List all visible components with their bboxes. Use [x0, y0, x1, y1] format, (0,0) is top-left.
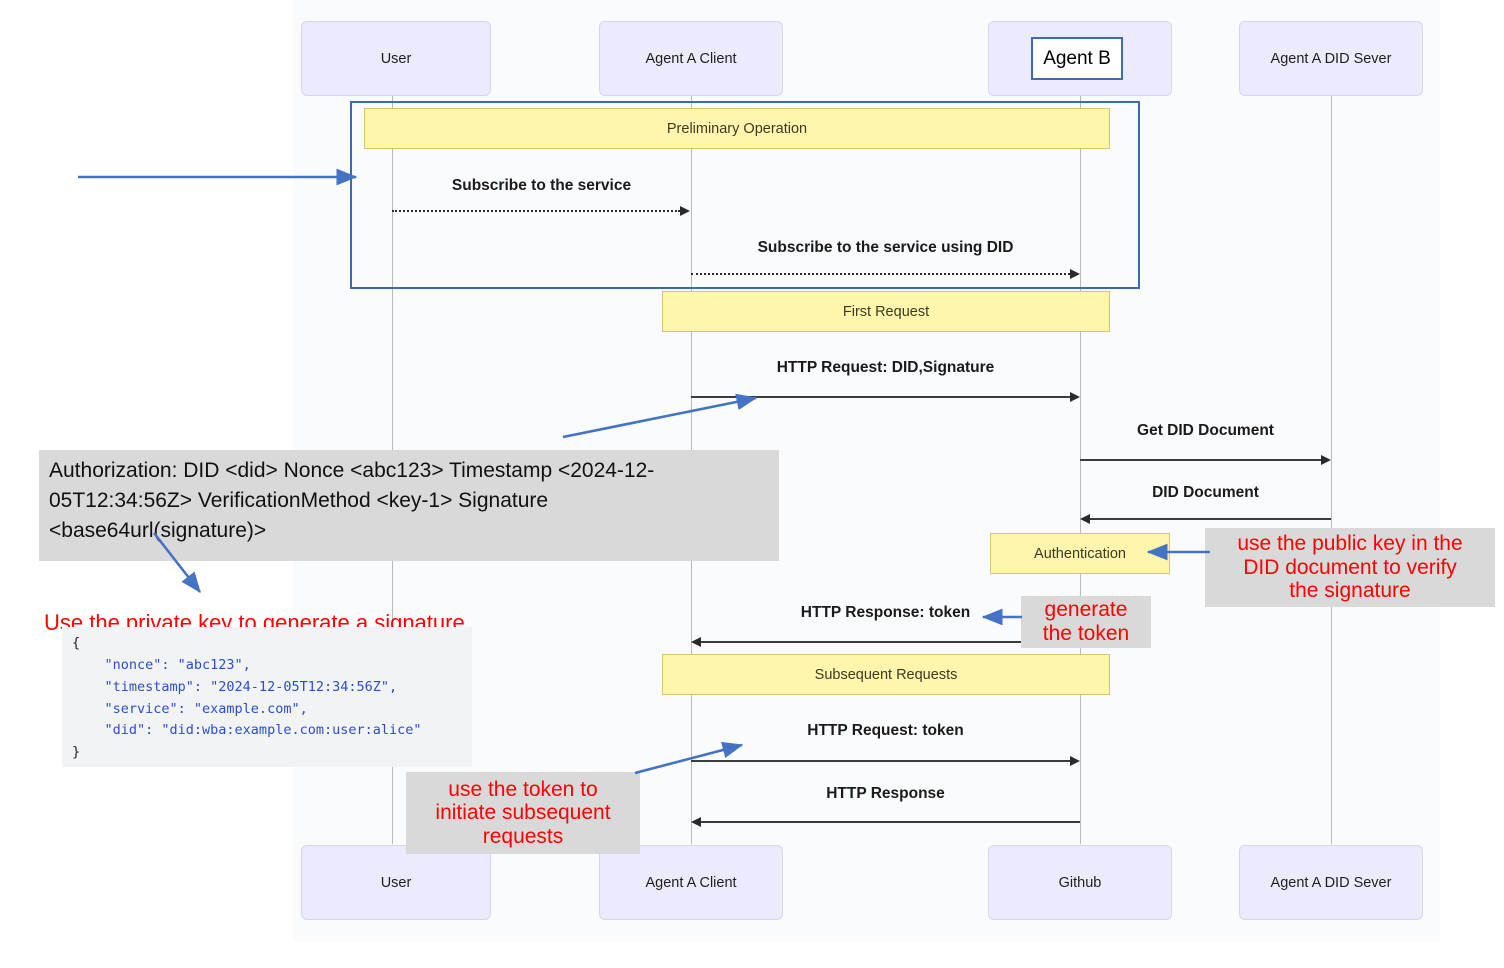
- participant-bottom-agent-a-client[interactable]: Agent A Client: [599, 845, 783, 920]
- message-line-get-did-document: [1080, 459, 1321, 461]
- message-label-did-document: DID Document: [1152, 484, 1259, 501]
- message-label-http-response: HTTP Response: [826, 785, 945, 802]
- annotation-public-key-note: use the public key in the DID document t…: [1205, 528, 1495, 607]
- section-subsequent-requests: Subsequent Requests: [662, 654, 1110, 695]
- message-label-get-did-document: Get DID Document: [1137, 422, 1274, 439]
- agent-b-highlight-badge: Agent B: [1031, 37, 1123, 80]
- participant-bottom-agent-a-did-sever[interactable]: Agent A DID Sever: [1239, 845, 1423, 920]
- annotation-subsequent-requests-note: use the token to initiate subsequent req…: [406, 772, 640, 854]
- message-arrowhead-http-request-did-signature: [1070, 392, 1080, 402]
- section-label: Preliminary Operation: [666, 120, 808, 137]
- code-line-4: "did": "did:wba:example.com:user:alice": [72, 722, 422, 739]
- message-label-subscribe-to-the-service: Subscribe to the service: [451, 177, 632, 194]
- participant-label: User: [380, 50, 412, 67]
- message-arrowhead-did-document: [1080, 514, 1090, 524]
- message-line-http-response: [701, 821, 1080, 823]
- participant-top-agent-a-client[interactable]: Agent A Client: [599, 21, 783, 96]
- participant-bottom-user[interactable]: User: [301, 845, 491, 920]
- participant-bottom-github[interactable]: Github: [988, 845, 1172, 920]
- message-arrowhead-http-response: [691, 817, 701, 827]
- message-line-http-request-token: [691, 760, 1070, 762]
- code-block-did-payload: { "nonce": "abc123", "timestamp": "2024-…: [62, 627, 472, 767]
- participant-label: User: [380, 874, 412, 891]
- annotation-subsequent-requests-text: use the token to initiate subsequent req…: [435, 777, 611, 848]
- message-label-http-request-did-signature: HTTP Request: DID,Signature: [776, 359, 995, 376]
- participant-label: Github: [1058, 874, 1102, 891]
- message-label-subscribe-using-did: Subscribe to the service using DID: [757, 239, 1014, 256]
- annotation-authorization-text: Authorization: DID <did> Nonce <abc123> …: [49, 459, 655, 542]
- message-arrowhead-get-did-document: [1321, 455, 1331, 465]
- section-authentication: Authentication: [990, 533, 1170, 574]
- message-arrowhead-subscribe-to-the-service: [680, 206, 690, 216]
- participant-label: Agent A DID Sever: [1270, 874, 1392, 891]
- section-first-request: First Request: [662, 291, 1110, 332]
- annotation-public-key-text: use the public key in the DID document t…: [1237, 532, 1463, 603]
- participant-label: Agent A Client: [645, 874, 737, 891]
- section-label: First Request: [842, 303, 930, 320]
- message-line-did-document: [1090, 518, 1331, 520]
- participant-top-user[interactable]: User: [301, 21, 491, 96]
- message-arrowhead-http-response-token: [691, 637, 701, 647]
- message-line-subscribe-using-did: [691, 273, 1070, 275]
- participant-top-agent-a-did-sever[interactable]: Agent A DID Sever: [1239, 21, 1423, 96]
- code-line-1: "nonce": "abc123",: [72, 656, 251, 673]
- annotation-generate-token-text: generate the token: [1042, 598, 1130, 645]
- section-preliminary-operation: Preliminary Operation: [364, 108, 1110, 149]
- code-line-2: "timestamp": "2024-12-05T12:34:56Z",: [72, 678, 398, 695]
- section-label: Authentication: [1034, 545, 1126, 562]
- code-line-5: }: [72, 744, 81, 761]
- participant-label: Agent A DID Sever: [1270, 50, 1392, 67]
- message-arrowhead-subscribe-using-did: [1070, 269, 1080, 279]
- message-label-http-request-token: HTTP Request: token: [807, 722, 964, 739]
- agent-b-badge-label: Agent B: [1043, 47, 1111, 69]
- code-line-0: {: [72, 635, 81, 651]
- annotation-authorization-header: Authorization: DID <did> Nonce <abc123> …: [39, 450, 779, 561]
- section-label: Subsequent Requests: [814, 666, 958, 683]
- message-line-http-request-did-signature: [691, 396, 1070, 398]
- message-arrowhead-http-request-token: [1070, 756, 1080, 766]
- code-line-3: "service": "example.com",: [72, 700, 308, 717]
- annotation-generate-token-note: generate the token: [1021, 596, 1151, 648]
- lifeline-agent-a-did-sever: [1331, 96, 1332, 844]
- message-line-subscribe-to-the-service: [392, 210, 680, 212]
- participant-label: Agent A Client: [645, 50, 737, 67]
